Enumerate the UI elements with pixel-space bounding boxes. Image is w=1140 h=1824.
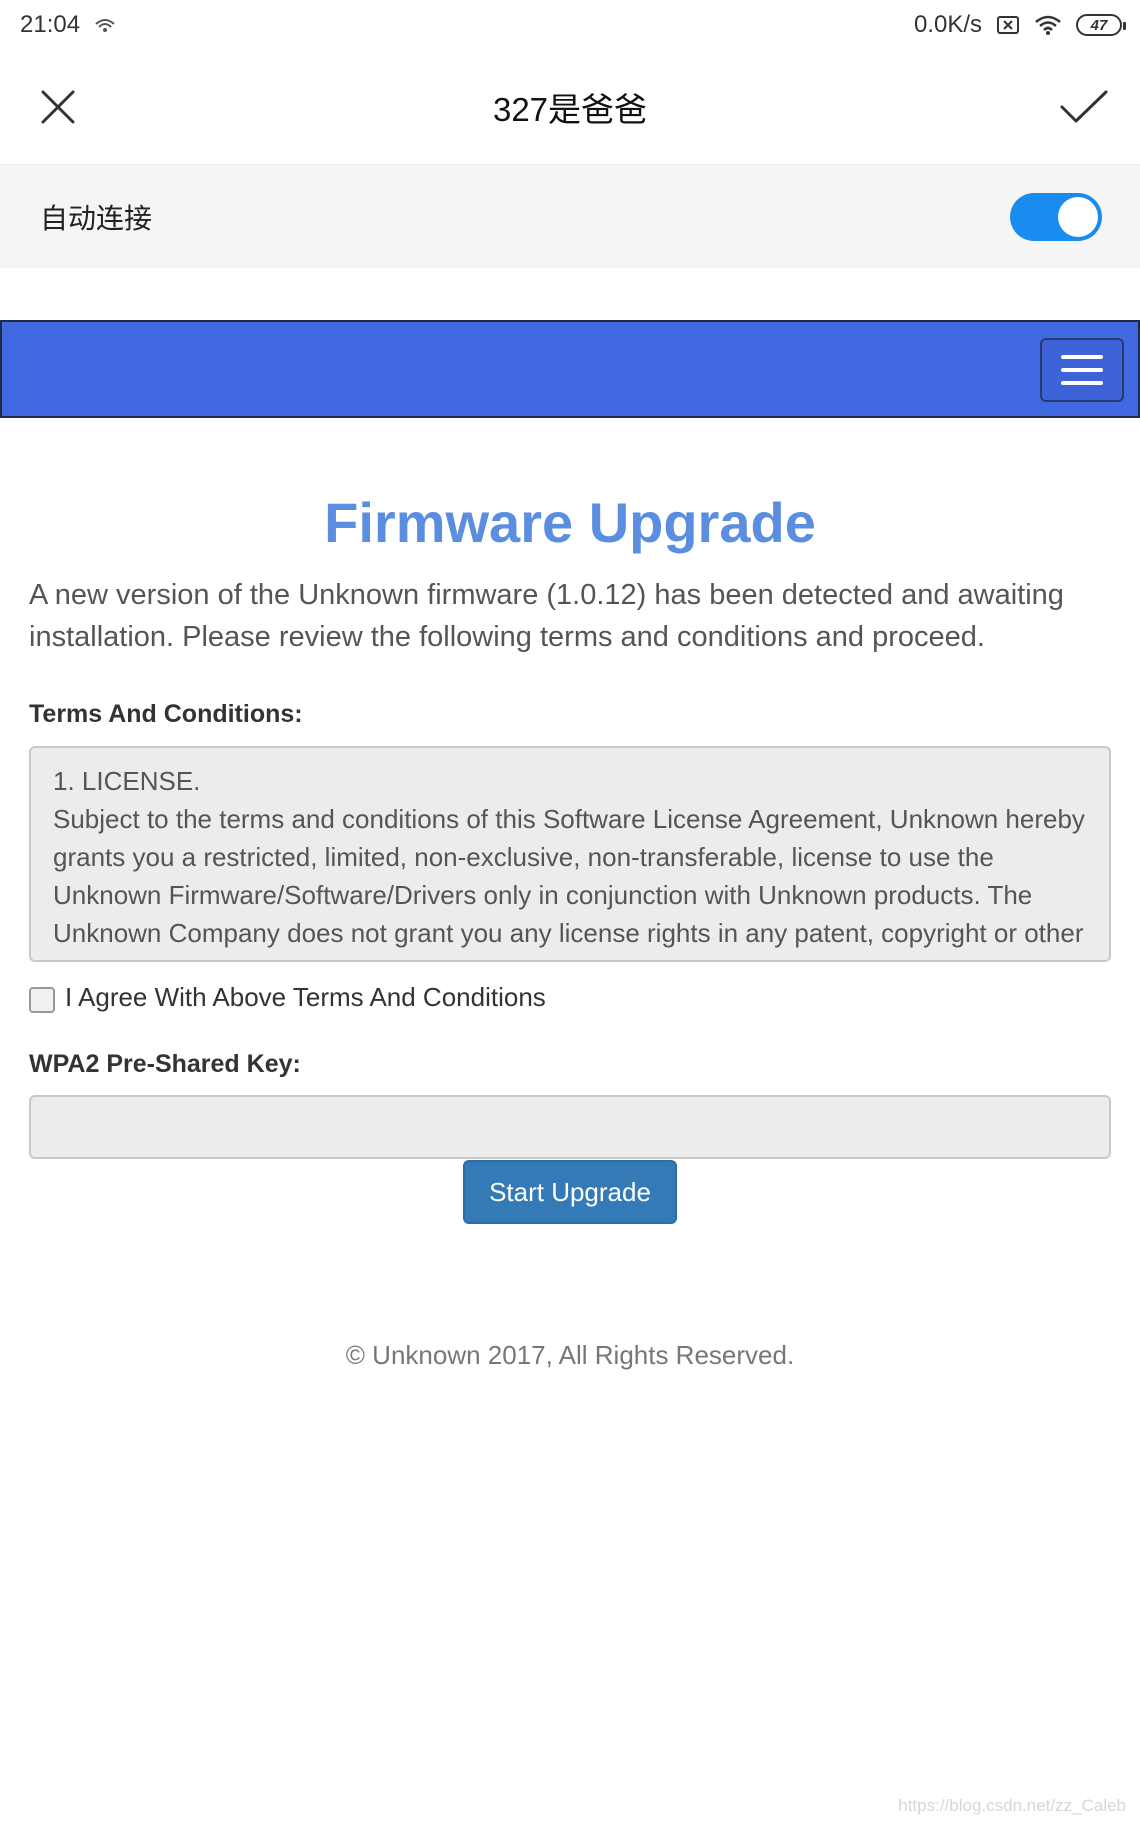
network-speed: 0.0K/s (913, 11, 982, 38)
page-title: Firmware Upgrade (324, 491, 816, 554)
agree-row: I Agree With Above Terms And Conditions (29, 982, 546, 1013)
wifi-icon (1034, 14, 1062, 36)
menu-icon (1061, 355, 1103, 359)
check-icon (1060, 90, 1108, 123)
terms-textarea[interactable]: 1. LICENSE. Subject to the terms and con… (29, 746, 1111, 962)
terms-body: Subject to the terms and conditions of t… (53, 804, 1085, 960)
app-header: 327是爸爸 (0, 50, 1140, 164)
hotspot-icon (94, 16, 116, 34)
status-time: 21:04 (20, 11, 81, 38)
status-right: 0.0K/s 47 (913, 11, 1126, 39)
psk-input[interactable] (29, 1095, 1111, 1159)
watermark: https://blog.csdn.net/zz_Caleb (898, 1796, 1126, 1815)
agree-checkbox[interactable] (29, 986, 55, 1013)
battery-icon: 47 (1076, 14, 1126, 36)
psk-label: WPA2 Pre-Shared Key: (29, 1050, 301, 1078)
close-icon (41, 90, 75, 124)
auto-connect-row: 自动连接 (0, 164, 1140, 268)
status-bar: 21:04 0.0K/s 47 (0, 0, 1140, 50)
auto-connect-toggle[interactable] (1010, 192, 1102, 241)
sim-off-icon (996, 15, 1020, 35)
status-left: 21:04 (20, 11, 116, 39)
intro-text: A new version of the Unknown firmware (1… (29, 579, 1064, 653)
terms-label: Terms And Conditions: (29, 700, 303, 728)
footer-copyright: © Unknown 2017, All Rights Reserved. (345, 1340, 795, 1370)
close-button[interactable] (34, 83, 82, 131)
battery-level: 47 (1090, 16, 1108, 34)
web-navbar (0, 320, 1140, 418)
start-upgrade-button[interactable]: Start Upgrade (463, 1160, 677, 1224)
toggle-knob (1058, 196, 1098, 237)
terms-heading: 1. LICENSE. (53, 766, 201, 796)
menu-icon-bar (1061, 368, 1103, 372)
confirm-button[interactable] (1060, 83, 1108, 131)
auto-connect-label: 自动连接 (40, 202, 153, 234)
menu-icon-bar (1061, 381, 1103, 385)
network-title: 327是爸爸 (492, 91, 648, 128)
hamburger-menu-button[interactable] (1040, 338, 1124, 402)
agree-label[interactable]: I Agree With Above Terms And Conditions (65, 982, 546, 1013)
